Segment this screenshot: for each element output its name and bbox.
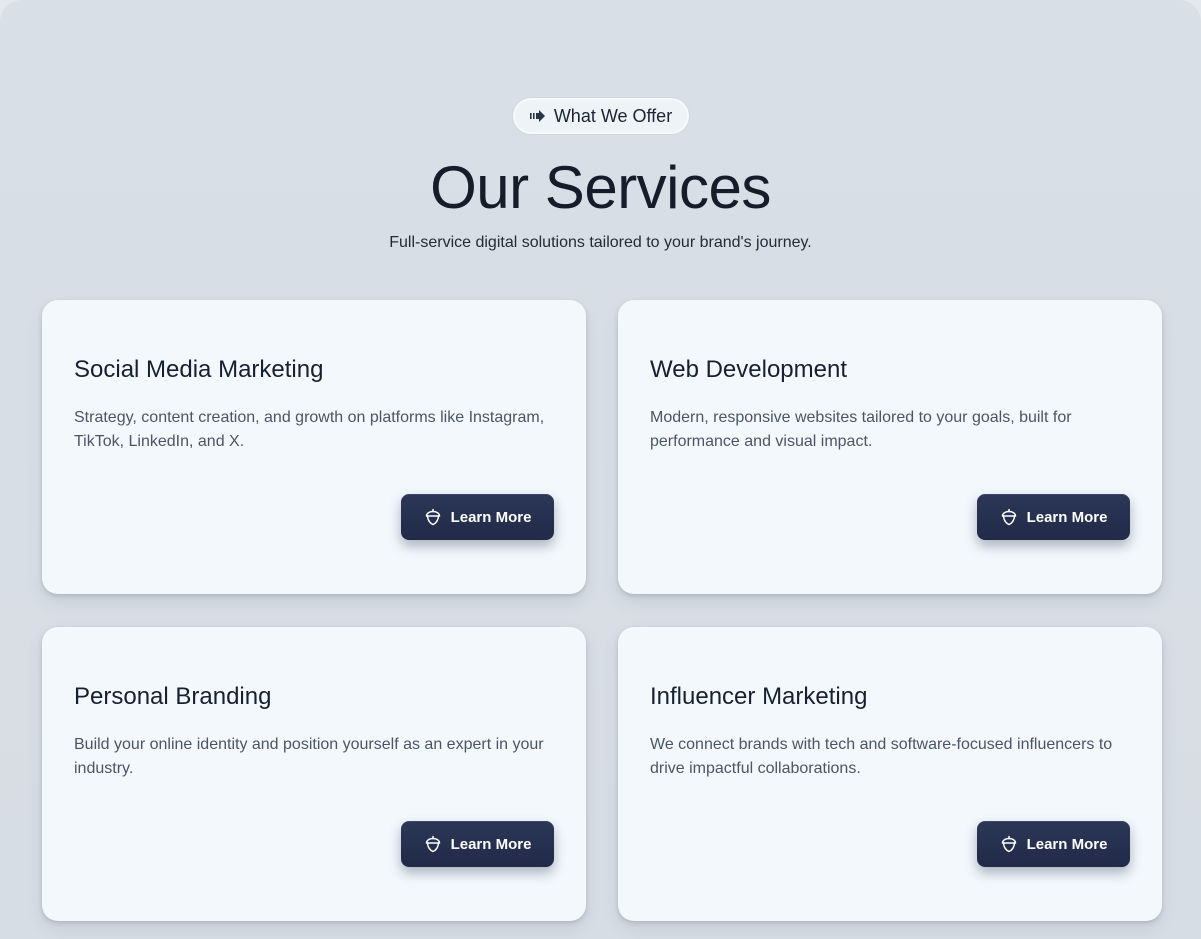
learn-more-button[interactable]: Learn More xyxy=(977,494,1130,540)
service-card-title: Web Development xyxy=(650,356,847,383)
section-badge: What We Offer xyxy=(513,98,689,134)
arrow-right-icon xyxy=(529,110,546,122)
acorn-icon xyxy=(1000,835,1018,853)
learn-more-button[interactable]: Learn More xyxy=(401,494,554,540)
acorn-icon xyxy=(1000,508,1018,526)
services-section: What We Offer Our Services Full-service … xyxy=(0,0,1201,939)
service-card-personal-branding: Personal Branding Build your online iden… xyxy=(42,627,586,921)
learn-more-button[interactable]: Learn More xyxy=(401,821,554,867)
service-card-description: Strategy, content creation, and growth o… xyxy=(74,409,545,450)
service-card-title: Social Media Marketing xyxy=(74,356,324,383)
page-subtitle: Full-service digital solutions tailored … xyxy=(389,234,812,251)
service-card-description: Build your online identity and position … xyxy=(74,736,544,777)
learn-more-label: Learn More xyxy=(1026,835,1108,853)
learn-more-label: Learn More xyxy=(450,508,532,526)
learn-more-button[interactable]: Learn More xyxy=(977,821,1130,867)
section-badge-label: What We Offer xyxy=(553,105,673,126)
service-card-social-media: Social Media Marketing Strategy, content… xyxy=(42,300,586,594)
service-card-description: Modern, responsive websites tailored to … xyxy=(650,409,1072,450)
learn-more-label: Learn More xyxy=(450,835,532,853)
service-card-description: We connect brands with tech and software… xyxy=(650,736,1113,777)
page-title: Our Services xyxy=(430,154,771,221)
acorn-icon xyxy=(424,508,442,526)
service-card-web-development: Web Development Modern, responsive websi… xyxy=(618,300,1162,594)
learn-more-label: Learn More xyxy=(1026,508,1108,526)
service-card-influencer-marketing: Influencer Marketing We connect brands w… xyxy=(618,627,1162,921)
service-card-title: Influencer Marketing xyxy=(650,683,868,710)
acorn-icon xyxy=(424,835,442,853)
service-card-title: Personal Branding xyxy=(74,683,272,710)
